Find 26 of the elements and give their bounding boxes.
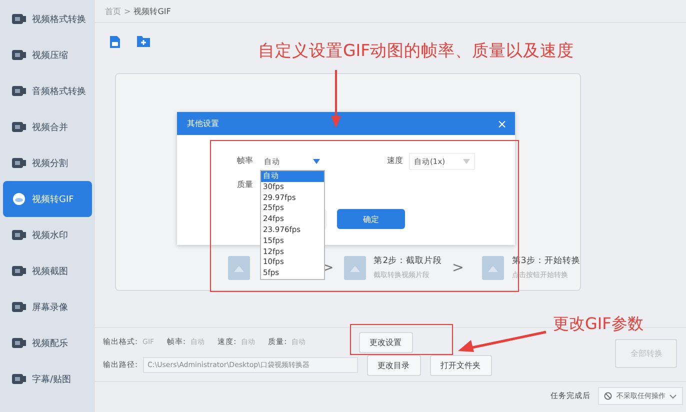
field-label: 质量 xyxy=(237,179,253,190)
folder-button[interactable]: 更改目录 xyxy=(366,354,421,376)
breadcrumb-link[interactable]: 视频转GIF xyxy=(134,6,171,16)
sidebar-item[interactable]: 视频分割 xyxy=(3,145,92,181)
confirm-button[interactable]: 确定 xyxy=(337,209,405,229)
chevron-text: > xyxy=(452,260,464,276)
folder-button[interactable]: 打开文件夹 xyxy=(430,354,492,376)
sidebar-item[interactable]: 字幕/贴图 xyxy=(3,361,92,397)
sidebar-item[interactable]: 屏幕录像 xyxy=(3,289,92,325)
field-label: 帧率 xyxy=(237,155,253,166)
sidebar-item[interactable]: 视频配乐 xyxy=(3,325,92,361)
sidebar-item[interactable]: 视频压缩 xyxy=(3,37,92,73)
close-button[interactable]: × xyxy=(496,116,507,130)
sidebar-item[interactable]: 视频转GIF xyxy=(3,181,92,217)
breadcrumb-separator: > xyxy=(124,6,131,16)
dialog-title: 其他设置 xyxy=(187,118,219,129)
annotation-text: 自定义设置GIF动图的帧率、质量以及速度 xyxy=(258,40,574,62)
sidebar-item[interactable]: 视频水印 xyxy=(3,217,92,253)
sidebar-item[interactable]: 视频格式转换 xyxy=(3,1,92,37)
sidebar-item[interactable]: 视频截图 xyxy=(3,253,92,289)
change-settings-button[interactable]: 更改设置 xyxy=(358,332,413,352)
sidebar-item[interactable]: 视频合并 xyxy=(3,109,92,145)
step-title: 第2步：截取片段 xyxy=(374,255,442,267)
sidebar-item[interactable]: 音频格式转换 xyxy=(3,73,92,109)
field-label: 速度 xyxy=(387,155,403,166)
annotation-text: 更改GIF参数 xyxy=(553,314,644,335)
